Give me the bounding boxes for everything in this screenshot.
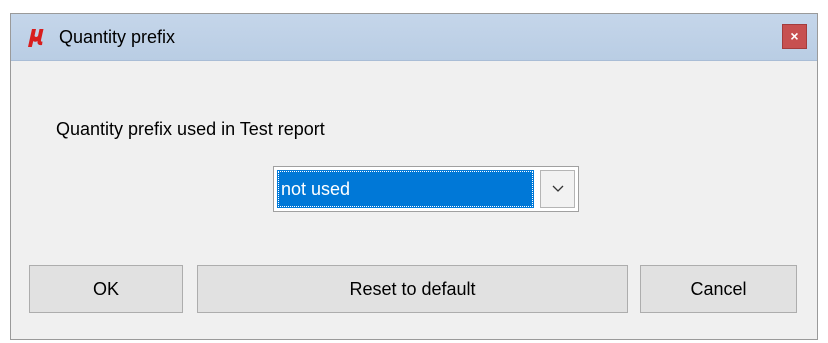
close-button[interactable]: × xyxy=(782,24,807,49)
close-icon: × xyxy=(790,28,799,44)
dropdown-button[interactable] xyxy=(540,170,575,208)
chevron-down-icon xyxy=(552,180,564,198)
quantity-prefix-select[interactable]: not used xyxy=(273,166,579,212)
title-bar[interactable]: Quantity prefix × xyxy=(11,14,817,61)
reset-to-default-button[interactable]: Reset to default xyxy=(197,265,628,313)
mu-logo-icon xyxy=(25,26,47,48)
ok-button[interactable]: OK xyxy=(29,265,183,313)
quantity-prefix-dialog: Quantity prefix × Quantity prefix used i… xyxy=(10,13,818,340)
window-title: Quantity prefix xyxy=(59,27,176,47)
select-value[interactable]: not used xyxy=(277,170,534,208)
cancel-button[interactable]: Cancel xyxy=(640,265,797,313)
prompt-label: Quantity prefix used in Test report xyxy=(56,119,325,139)
